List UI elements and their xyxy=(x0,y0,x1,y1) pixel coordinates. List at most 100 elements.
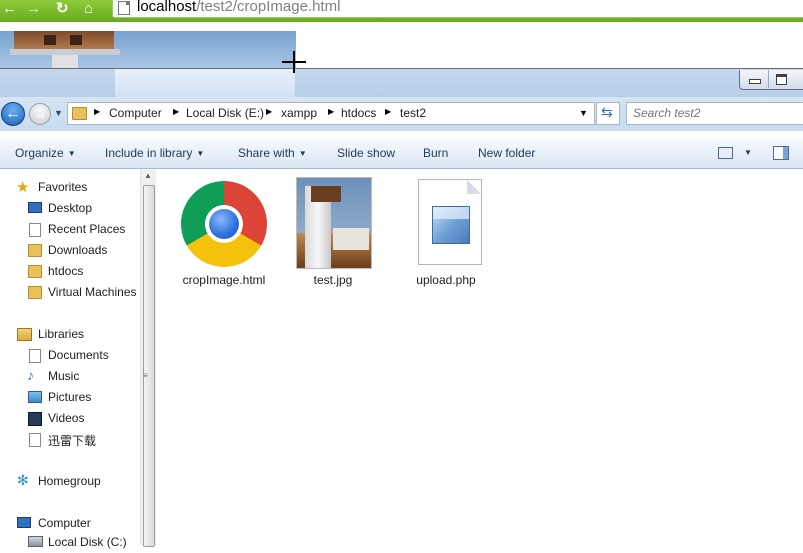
scroll-up-icon[interactable]: ▲ xyxy=(144,171,152,180)
nav-item-recent-places[interactable]: Recent Places xyxy=(0,220,140,240)
nav-item-videos[interactable]: Videos xyxy=(0,409,140,429)
window-titlebar[interactable] xyxy=(0,69,803,97)
nav-item-thunder-downloads[interactable]: 迅雷下载 xyxy=(0,430,140,450)
chevron-down-icon[interactable]: ▼ xyxy=(54,108,63,118)
nav-item-local-disk-c[interactable]: Local Disk (C:) xyxy=(0,533,140,553)
explorer-window: ← → ▼ ▶ Computer ▶ Local Disk (E:) ▶ xam… xyxy=(0,68,803,549)
file-name: cropImage.html xyxy=(182,273,266,287)
breadcrumb-computer[interactable]: Computer xyxy=(109,106,162,120)
nav-item-libraries[interactable]: Libraries xyxy=(0,325,140,345)
search-input[interactable] xyxy=(633,106,793,120)
documents-icon xyxy=(29,349,41,363)
folder-icon xyxy=(28,286,42,299)
chrome-icon-ring xyxy=(205,205,243,243)
recent-places-icon xyxy=(29,223,41,237)
scroll-thumb[interactable] xyxy=(143,185,155,547)
browser-home-icon[interactable]: ⌂ xyxy=(84,1,93,17)
file-item-cropimage[interactable]: cropImage.html xyxy=(174,177,274,289)
nav-label: Music xyxy=(48,369,80,383)
slide-show-button[interactable]: Slide show xyxy=(337,146,395,160)
page-icon xyxy=(118,1,130,15)
burn-button[interactable]: Burn xyxy=(423,146,448,160)
caption-buttons xyxy=(739,70,803,90)
search-box[interactable] xyxy=(626,102,803,125)
chevron-down-icon[interactable]: ▼ xyxy=(744,148,752,157)
music-icon: ♪ xyxy=(27,367,34,383)
nav-scrollbar[interactable]: ▲ ≡ xyxy=(140,169,156,547)
breadcrumb-xampp[interactable]: xampp xyxy=(281,106,317,120)
nav-label: Downloads xyxy=(48,243,108,257)
url-path: /test2/cropImage.html xyxy=(196,0,341,15)
file-list: cropImage.html test.jpg upload.php xyxy=(156,169,803,545)
nav-item-computer[interactable]: Computer xyxy=(0,514,140,534)
breadcrumb-separator-icon[interactable]: ▶ xyxy=(266,107,272,116)
address-row: ← → ▼ ▶ Computer ▶ Local Disk (E:) ▶ xam… xyxy=(0,97,803,131)
file-item-test-jpg[interactable]: test.jpg xyxy=(283,177,383,289)
crop-image[interactable] xyxy=(0,31,296,68)
nav-label: Documents xyxy=(48,348,109,362)
minimize-button[interactable] xyxy=(742,70,766,88)
file-name: test.jpg xyxy=(313,273,353,287)
nav-label: Desktop xyxy=(48,201,93,215)
nav-item-downloads[interactable]: Downloads xyxy=(0,241,140,261)
preview-pane-icon[interactable] xyxy=(773,146,789,160)
pictures-icon xyxy=(28,391,42,403)
browser-back-icon[interactable]: ← xyxy=(2,1,17,17)
php-file-page xyxy=(418,179,482,265)
maximize-button[interactable] xyxy=(768,70,793,88)
nav-item-homegroup[interactable]: ✻ Homegroup xyxy=(0,472,140,492)
nav-item-htdocs[interactable]: htdocs xyxy=(0,262,140,282)
command-bar: Organize ▼ Include in library ▼ Share with… xyxy=(0,139,803,169)
breadcrumb-separator-icon[interactable]: ▶ xyxy=(385,107,391,116)
nav-item-virtual-machines[interactable]: Virtual Machines xyxy=(0,283,140,303)
breadcrumb-separator-icon[interactable]: ▶ xyxy=(328,107,334,116)
include-in-library-button[interactable]: Include in library ▼ xyxy=(105,146,204,160)
new-folder-button[interactable]: New folder xyxy=(478,146,535,160)
image-thumbnail xyxy=(296,177,372,269)
nav-item-pictures[interactable]: Pictures xyxy=(0,388,140,408)
browser-toolbar: ← → ↻ ⌂ localhost/test2/cropImage.html xyxy=(0,0,803,22)
url-bar[interactable]: localhost/test2/cropImage.html xyxy=(112,0,803,18)
drive-icon xyxy=(28,536,43,547)
crosshair-cursor-icon xyxy=(282,51,306,73)
chevron-down-icon: ▼ xyxy=(67,149,76,158)
browser-reload-icon[interactable]: ↻ xyxy=(56,1,69,17)
breadcrumb-htdocs[interactable]: htdocs xyxy=(341,106,376,120)
breadcrumb-separator-icon[interactable]: ▶ xyxy=(94,107,100,116)
address-bar[interactable]: ▶ Computer ▶ Local Disk (E:) ▶ xampp ▶ h… xyxy=(67,102,595,125)
chevron-down-icon: ▼ xyxy=(298,149,307,158)
forward-arrow-icon: → xyxy=(33,106,47,122)
nav-item-favorites[interactable]: ★ Favorites xyxy=(0,178,140,198)
organize-button[interactable]: Organize ▼ xyxy=(15,146,76,160)
lighthouse-tower xyxy=(52,55,78,68)
file-item-upload-php[interactable]: upload.php xyxy=(396,177,496,289)
forward-button[interactable]: → xyxy=(29,103,51,125)
homegroup-icon: ✻ xyxy=(17,472,29,488)
view-options-icon[interactable] xyxy=(718,147,733,159)
nav-item-desktop[interactable]: Desktop xyxy=(0,199,140,219)
star-icon: ★ xyxy=(16,179,30,196)
breadcrumb-separator-icon[interactable]: ▶ xyxy=(173,107,179,116)
back-button[interactable]: ← xyxy=(1,102,25,126)
chevron-down-icon[interactable]: ▼ xyxy=(579,108,588,118)
chevron-down-icon: ▼ xyxy=(196,149,205,158)
back-arrow-icon: ← xyxy=(5,105,21,122)
computer-icon xyxy=(17,517,31,528)
php-file-fold xyxy=(467,180,481,194)
breadcrumb-local-disk[interactable]: Local Disk (E:) xyxy=(186,106,264,120)
library-folder-icon xyxy=(29,433,41,447)
nav-item-documents[interactable]: Documents xyxy=(0,346,140,366)
nav-label: Computer xyxy=(38,516,91,530)
refresh-button[interactable]: ⇆ xyxy=(596,102,620,125)
browser-forward-icon[interactable]: → xyxy=(26,1,41,17)
share-with-label: Share with xyxy=(238,146,295,160)
php-file-icon xyxy=(418,179,482,265)
nav-item-music[interactable]: ♪ Music xyxy=(0,367,140,387)
thumbnail-lamp xyxy=(311,186,341,202)
share-with-button[interactable]: Share with ▼ xyxy=(238,146,307,160)
thumbnail-lighthouse xyxy=(305,186,341,268)
url-host: localhost xyxy=(137,0,197,15)
nav-label: Recent Places xyxy=(48,222,126,236)
videos-icon xyxy=(28,412,42,426)
breadcrumb-test2[interactable]: test2 xyxy=(400,106,426,120)
